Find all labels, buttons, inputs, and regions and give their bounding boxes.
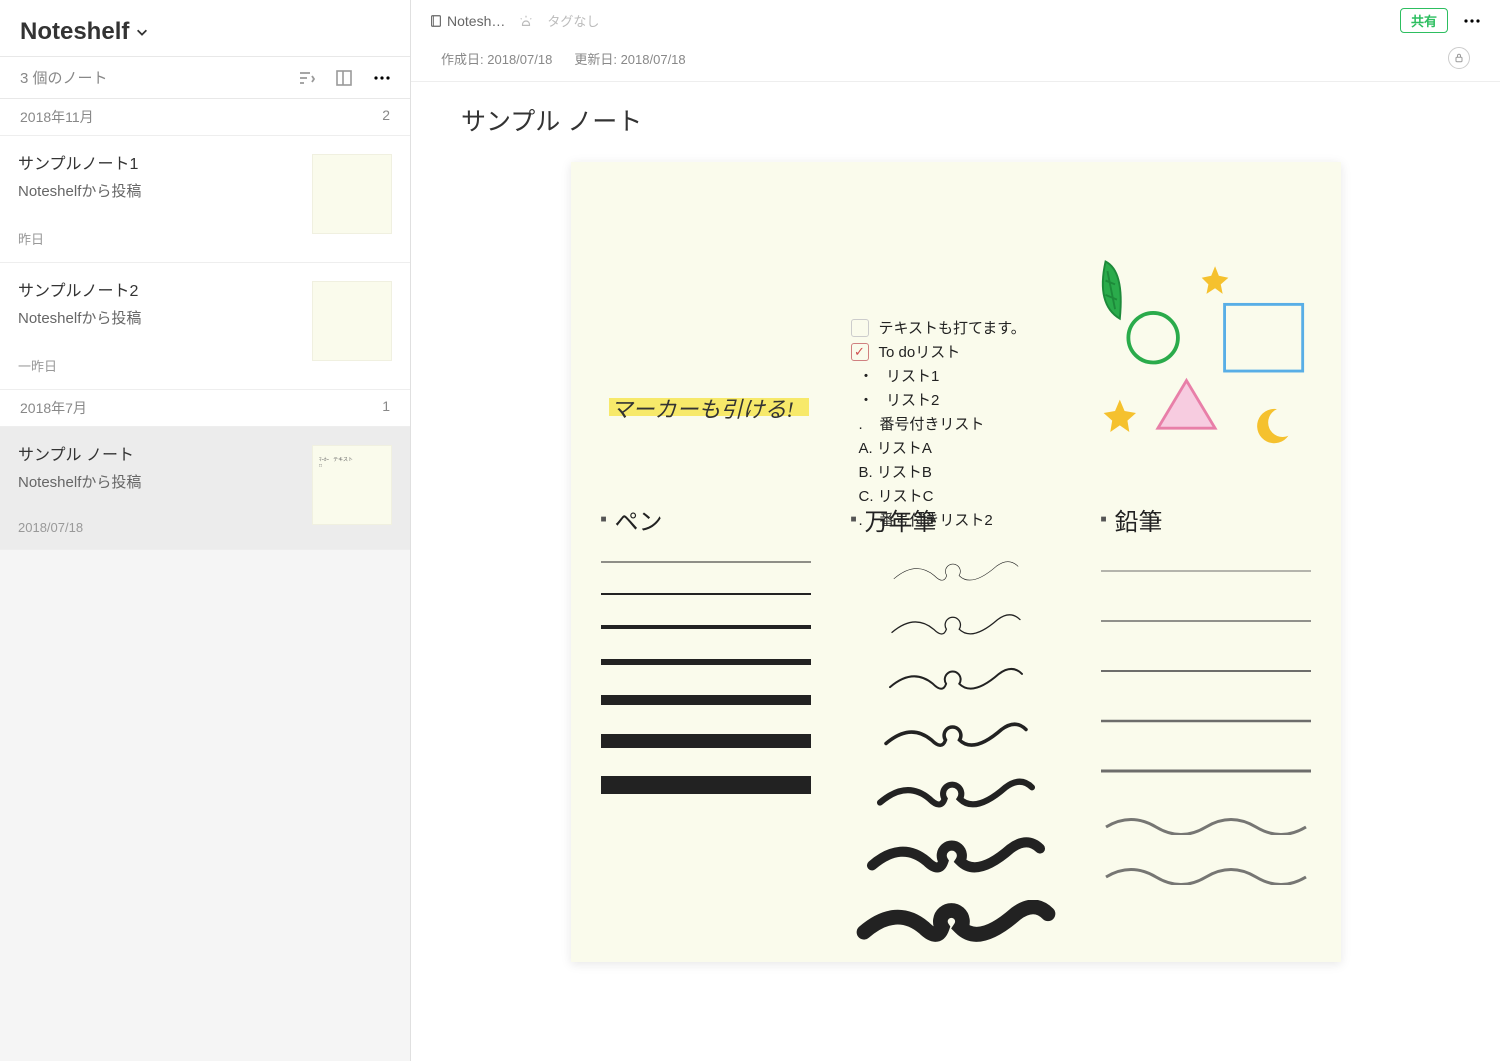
lock-icon[interactable] <box>1448 47 1470 69</box>
reminder-icon <box>519 14 533 28</box>
star-icon <box>1201 266 1228 294</box>
star-icon <box>1103 400 1135 432</box>
checkbox-checked-icon: ✓ <box>851 343 869 361</box>
pencil-column: 鉛筆 <box>1101 502 1311 946</box>
reminder-button[interactable] <box>519 14 533 28</box>
tag-label[interactable]: タグなし <box>547 11 599 30</box>
note-list-item[interactable]: サンプルノート1 Noteshelfから投稿 昨日 <box>0 136 410 263</box>
sort-button[interactable] <box>296 68 316 88</box>
share-button[interactable]: 共有 <box>1400 8 1448 33</box>
chevron-down-icon <box>135 25 149 39</box>
circle-shape <box>1128 313 1178 363</box>
note-list-sidebar: Noteshelf 3 個のノート 2018年11月2 サンプルノート1 Not… <box>0 0 411 1061</box>
view-toggle-button[interactable] <box>334 68 354 88</box>
note-list-item[interactable]: サンプル ノート Noteshelfから投稿 2018/07/18 ﾏｰｶｰ テ… <box>0 427 410 550</box>
note-list: 2018年11月2 サンプルノート1 Noteshelfから投稿 昨日 サンプル… <box>0 99 410 550</box>
more-button[interactable] <box>372 68 392 88</box>
note-list-item[interactable]: サンプルノート2 Noteshelfから投稿 一昨日 <box>0 263 410 390</box>
group-header: 2018年11月2 <box>0 99 410 136</box>
note-editor: Notesh… タグなし 共有 作成日: 2018/07/18 更新日: 201… <box>411 0 1500 1061</box>
notebook-name: Noteshelf <box>20 18 129 46</box>
drawn-shapes <box>1071 252 1321 452</box>
note-thumbnail <box>312 281 392 361</box>
updated-date: 更新日: 2018/07/18 <box>574 49 685 68</box>
notebook-selector[interactable]: Noteshelf <box>20 18 149 46</box>
note-thumbnail: ﾏｰｶｰ テキスト□ <box>312 445 392 525</box>
highlight-text: マーカーも引ける! <box>611 392 794 424</box>
square-shape <box>1224 304 1302 371</box>
typed-text-block: テキストも打てます。 ✓To doリスト ・ リスト1 ・ リスト2 . 番号付… <box>851 317 1026 533</box>
group-header: 2018年7月1 <box>0 390 410 427</box>
note-title[interactable]: サンプル ノート <box>461 102 1450 138</box>
created-date: 作成日: 2018/07/18 <box>441 49 552 68</box>
triangle-shape <box>1157 381 1214 429</box>
note-thumbnail <box>312 154 392 234</box>
fountain-pen-column: 万年筆 <box>851 502 1061 946</box>
checkbox-unchecked-icon <box>851 319 869 337</box>
leaf-icon <box>1102 262 1120 319</box>
notebook-icon <box>429 14 443 28</box>
notebook-crumb[interactable]: Notesh… <box>429 13 505 29</box>
pen-column: ペン <box>601 502 811 946</box>
note-page-image: マーカーも引ける! テキストも打てます。 ✓To doリスト ・ リスト1 ・ … <box>571 162 1341 962</box>
note-count-label: 3 個のノート <box>20 67 108 88</box>
moon-icon <box>1257 409 1288 443</box>
note-more-button[interactable] <box>1462 11 1482 31</box>
